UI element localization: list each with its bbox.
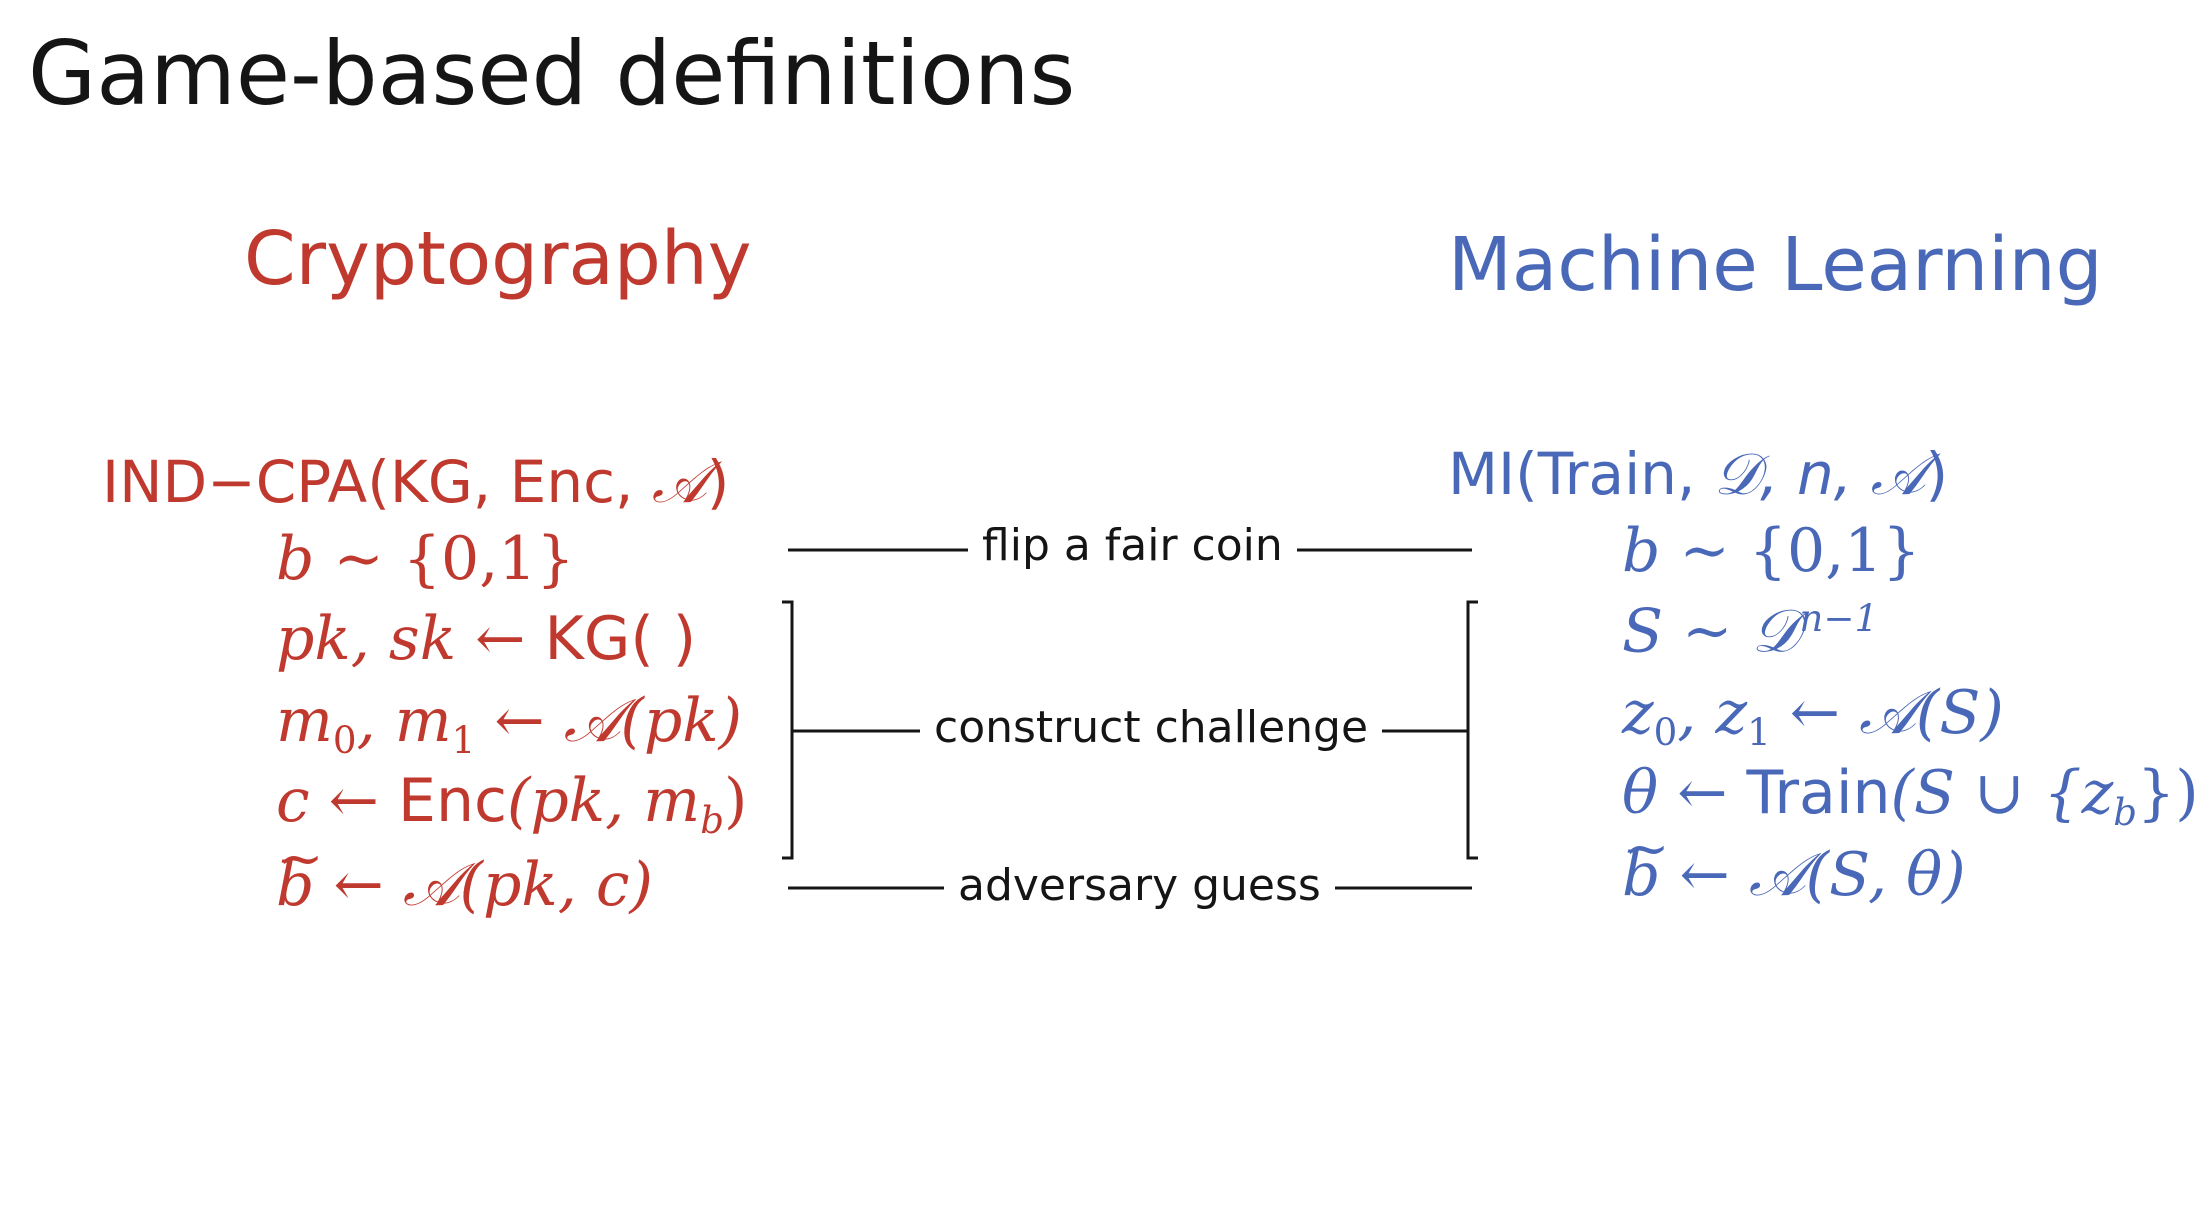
adversary-guess-label: adversary guess: [944, 860, 1335, 911]
crypto-line-encrypt: c ← Enc(pk, mb): [276, 766, 748, 842]
ml-line-sample: S ∼ 𝒟n−1: [1622, 596, 1879, 667]
crypto-line-guess: b ← 𝒜(pk, c): [276, 827, 653, 920]
construct-challenge-label: construct challenge: [920, 702, 1383, 753]
ml-line-train: θ ← Train(S ∪ {zb}): [1622, 758, 2199, 834]
flip-coin-label: flip a fair coin: [968, 520, 1297, 571]
ind-cpa-header: IND−CPA(KG, Enc, 𝒜): [102, 448, 730, 516]
ml-line-guess: b ← 𝒜(S, θ): [1622, 817, 1966, 910]
crypto-line-messages: m0, m1 ← 𝒜(pk): [276, 686, 743, 762]
crypto-line-b: b ∼ {0,1}: [276, 524, 575, 594]
ml-line-b: b ∼ {0,1}: [1622, 516, 1921, 586]
left-bracket: [782, 600, 794, 860]
mi-header: MI(Train, 𝒟, n, 𝒜): [1448, 440, 1949, 508]
ml-line-points: z0, z1 ← 𝒜(S): [1622, 678, 2004, 754]
crypto-line-keygen: pk, sk ← KG( ): [276, 604, 697, 674]
right-bracket: [1466, 600, 1478, 860]
